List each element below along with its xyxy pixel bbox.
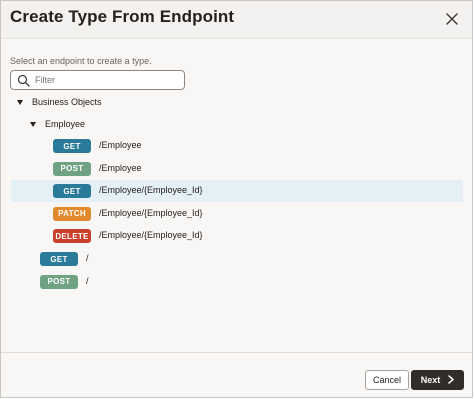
endpoint-path: / bbox=[86, 253, 89, 263]
method-badge: GET bbox=[40, 252, 78, 266]
chevron-right-icon bbox=[448, 374, 454, 386]
cancel-button[interactable]: Cancel bbox=[365, 370, 409, 390]
endpoint-row[interactable]: POST/Employee bbox=[11, 158, 463, 180]
search-icon bbox=[17, 74, 30, 92]
endpoint-row[interactable]: PATCH/Employee/{Employee_Id} bbox=[11, 203, 463, 225]
endpoint-path: / bbox=[86, 275, 89, 286]
endpoint-row[interactable]: GET/Employee bbox=[11, 135, 463, 157]
endpoint-row[interactable]: GET / bbox=[11, 248, 463, 270]
next-button[interactable]: Next bbox=[411, 370, 464, 390]
endpoint-row[interactable]: POST / bbox=[11, 271, 463, 293]
filter-input[interactable] bbox=[35, 72, 175, 88]
dialog-title: Create Type From Endpoint bbox=[10, 7, 235, 26]
tree-node-label: Business Objects bbox=[32, 97, 102, 107]
endpoint-path: /Employee/{Employee_Id} bbox=[99, 230, 203, 240]
endpoint-row[interactable]: DELETE/Employee/{Employee_Id} bbox=[11, 225, 463, 247]
caret-down-icon bbox=[17, 99, 23, 105]
tree-node-label: Employee bbox=[45, 119, 86, 129]
close-icon bbox=[446, 13, 458, 25]
method-badge: POST bbox=[40, 274, 78, 289]
endpoint-path: /Employee/{Employee_Id} bbox=[99, 207, 203, 218]
helper-text: Select an endpoint to create a type. bbox=[10, 56, 152, 66]
create-type-dialog: Create Type From Endpoint Select an endp… bbox=[0, 0, 473, 398]
tree-node-business-objects[interactable]: Business Objects bbox=[17, 92, 102, 112]
method-badge: POST bbox=[53, 161, 91, 176]
method-badge: GET bbox=[53, 184, 91, 198]
caret-down-icon bbox=[30, 121, 36, 127]
endpoint-row[interactable]: GET/Employee/{Employee_Id} bbox=[11, 180, 463, 202]
method-badge: DELETE bbox=[53, 229, 91, 243]
close-button[interactable] bbox=[441, 8, 463, 30]
endpoint-path: /Employee/{Employee_Id} bbox=[99, 185, 203, 195]
dialog-footer: Cancel Next bbox=[1, 352, 472, 397]
filter-field[interactable] bbox=[10, 70, 185, 90]
endpoint-path: /Employee bbox=[99, 140, 142, 150]
method-badge: GET bbox=[53, 139, 91, 153]
next-label: Next bbox=[420, 375, 441, 385]
tree-node-employee[interactable]: Employee bbox=[30, 114, 85, 134]
dialog-header: Create Type From Endpoint bbox=[1, 1, 472, 39]
method-badge: PATCH bbox=[53, 206, 91, 221]
endpoint-path: /Employee bbox=[99, 162, 142, 173]
